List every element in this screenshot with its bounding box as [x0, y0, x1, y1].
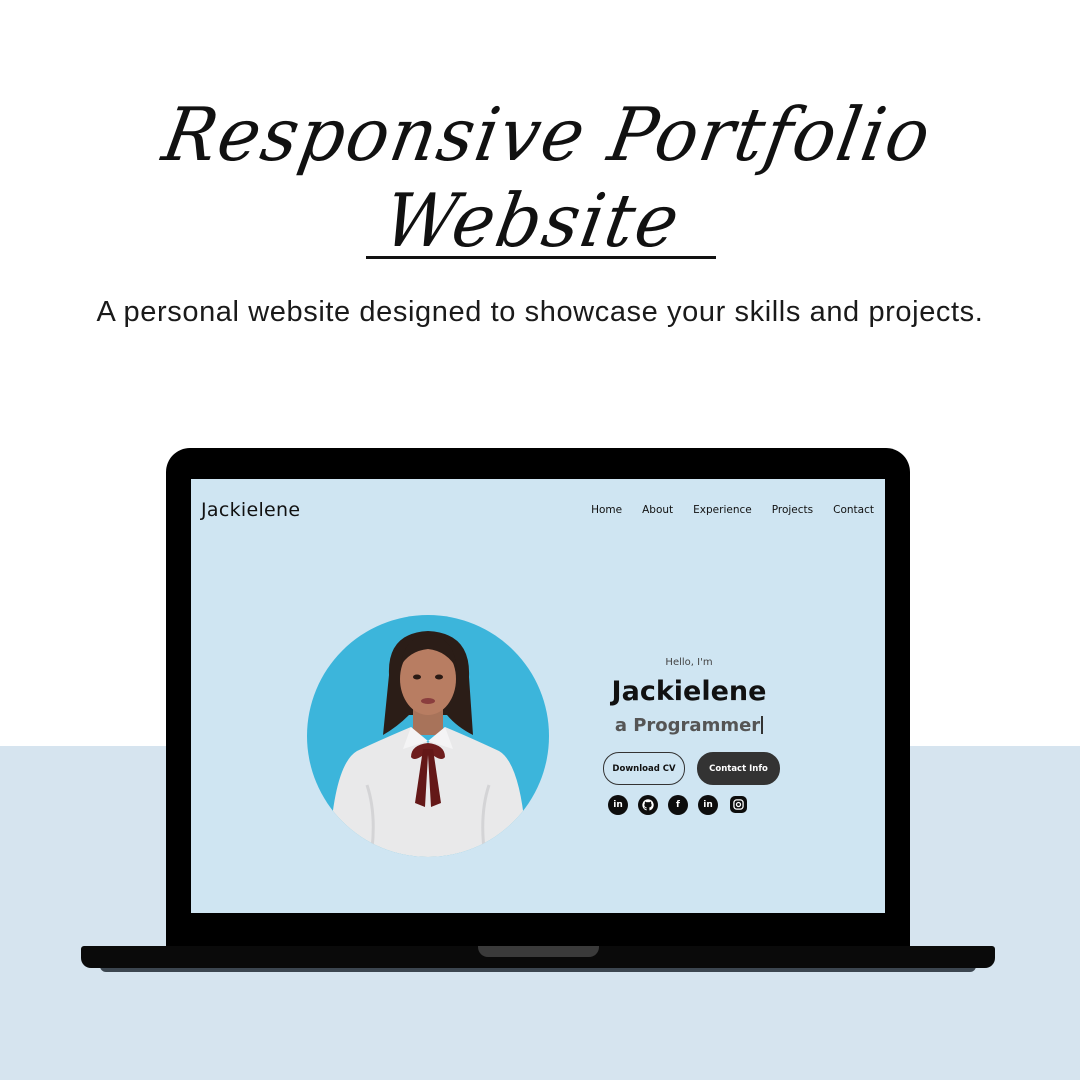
linkedin-icon[interactable]: in	[698, 795, 718, 815]
github-icon[interactable]	[638, 795, 658, 815]
hero-role: a Programmer	[581, 715, 797, 736]
hero-greeting: Hello, I'm	[665, 657, 713, 668]
hero-name: Jackielene	[611, 676, 767, 707]
nav-contact[interactable]: Contact	[833, 504, 874, 516]
poster-subtitle: A personal website designed to showcase …	[96, 296, 984, 328]
profile-photo	[307, 615, 549, 857]
facebook-icon[interactable]: f	[668, 795, 688, 815]
laptop-screen: Jackielene Home About Experience Project…	[191, 479, 885, 913]
download-cv-button[interactable]: Download CV	[603, 752, 685, 785]
site-logo[interactable]: Jackielene	[201, 499, 300, 521]
nav-about[interactable]: About	[642, 504, 673, 516]
typing-cursor	[761, 716, 764, 734]
nav-experience[interactable]: Experience	[693, 504, 752, 516]
nav-projects[interactable]: Projects	[772, 504, 813, 516]
poster-title: Responsive Portfolio Website	[156, 91, 939, 265]
hero-buttons: Download CV Contact Info	[603, 752, 780, 785]
contact-info-button[interactable]: Contact Info	[697, 752, 780, 785]
instagram-glyph	[733, 799, 744, 810]
github-glyph	[642, 799, 654, 811]
poster: Responsive Portfolio Website A personal …	[0, 0, 1080, 1080]
instagram-icon[interactable]	[730, 796, 747, 813]
linkedin-icon[interactable]: in	[608, 795, 628, 815]
profile-portrait-illustration	[329, 631, 527, 857]
laptop-notch	[478, 946, 599, 957]
title-divider	[366, 256, 716, 259]
social-links: in f in	[608, 795, 747, 815]
site-nav: Home About Experience Projects Contact	[591, 504, 874, 516]
hero-text: Hello, I'm Jackielene a Programmer	[581, 657, 797, 736]
hero-role-text: a Programmer	[614, 715, 761, 736]
nav-home[interactable]: Home	[591, 504, 622, 516]
